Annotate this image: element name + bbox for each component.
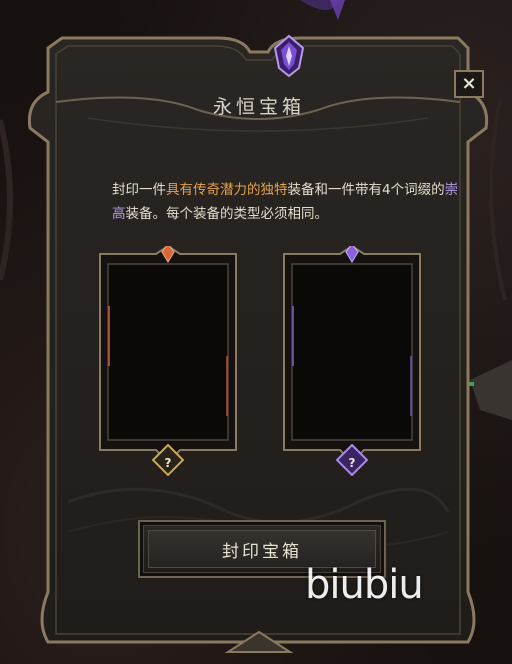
desc-text-1: 封印一件: [112, 182, 166, 198]
dialog-title: 永恒宝箱: [212, 96, 305, 118]
desc-text-3: 装备。每个装备的类型必须相同。: [125, 206, 329, 222]
dialog-description: 封印一件具有传奇潜力的独特装备和一件带有4个词缀的崇高装备。每个装备的类型必须相…: [112, 178, 464, 226]
watermark-logo: biubiu: [305, 562, 424, 608]
game-scene: 永恒宝箱 × 封印一件具有传奇潜力的独特装备和一件带有4个词缀的崇高装备。每个装…: [0, 0, 512, 664]
purple-gem-icon: [269, 34, 309, 78]
legendary-slot-hint: ?: [164, 456, 172, 470]
exalted-slot-hint: ?: [348, 456, 356, 470]
legendary-item-slot[interactable]: ?: [96, 246, 240, 476]
exalted-item-slot[interactable]: ?: [280, 246, 424, 476]
close-button[interactable]: ×: [454, 70, 484, 98]
legendary-highlight: 具有传奇潜力的独特: [166, 182, 288, 198]
desc-text-2: 装备和一件带有4个词缀的: [287, 182, 445, 198]
